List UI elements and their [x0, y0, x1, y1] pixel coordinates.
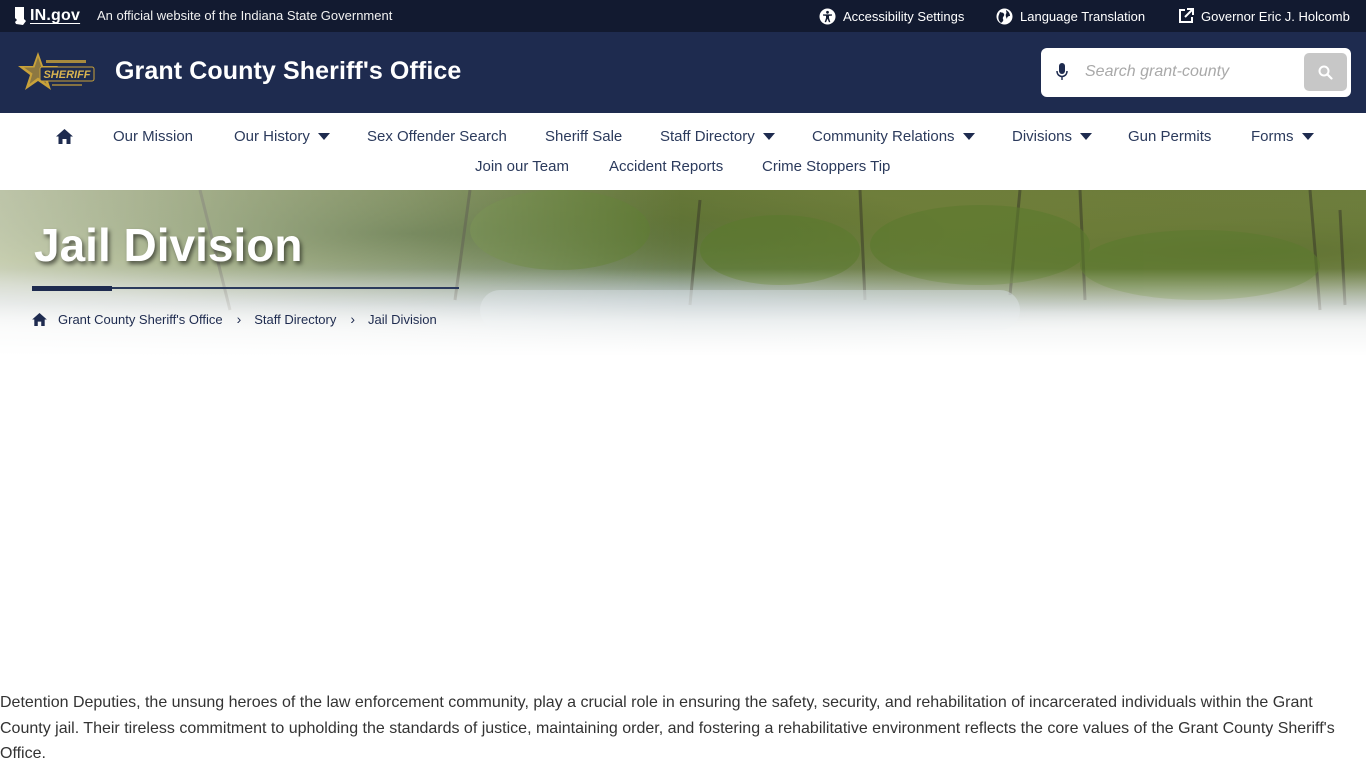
nav-our-mission-label: Our Mission	[113, 127, 194, 145]
search-input[interactable]	[1085, 58, 1295, 86]
hero-fade-overlay	[0, 190, 1366, 365]
home-icon[interactable]	[32, 312, 47, 326]
nav-join-our-team[interactable]: Join our Team	[475, 156, 569, 176]
nav-sheriff-sale[interactable]: Sheriff Sale	[545, 126, 622, 146]
nav-gun-permits-label: Gun Permits	[1128, 127, 1212, 145]
search-icon	[1318, 65, 1333, 80]
accessibility-settings-link[interactable]: Accessibility Settings	[819, 6, 964, 26]
search-button[interactable]	[1304, 53, 1347, 91]
nav-gun-permits[interactable]: Gun Permits	[1128, 126, 1211, 146]
official-site-notice: An official website of the Indiana State…	[97, 8, 393, 23]
breadcrumb: Grant County Sheriff's Office › Staff Di…	[32, 310, 437, 328]
page-hero: Jail Division Grant County Sheriff's Off…	[0, 190, 1366, 365]
main-content: Detention Deputies, the unsung heroes of…	[0, 690, 1366, 767]
home-icon	[56, 128, 73, 144]
site-title[interactable]: Grant County Sheriff's Office	[115, 57, 461, 86]
sheriff-star-logo[interactable]: SHERIFF	[18, 52, 96, 94]
globe-icon	[996, 8, 1013, 24]
breadcrumb-item-staff-directory[interactable]: Staff Directory	[254, 312, 336, 327]
accessibility-settings-label: Accessibility Settings	[843, 8, 965, 24]
title-divider-accent	[32, 286, 112, 291]
nav-sex-offender-search-label: Sex Offender Search	[367, 127, 507, 145]
nav-sheriff-sale-label: Sheriff Sale	[545, 127, 623, 145]
intro-paragraph: Detention Deputies, the unsung heroes of…	[0, 694, 1335, 762]
nav-forms-label: Forms	[1251, 127, 1294, 145]
nav-staff-directory[interactable]: Staff Directory	[660, 126, 775, 146]
microphone-icon[interactable]	[1055, 62, 1069, 82]
nav-divisions[interactable]: Divisions	[1012, 126, 1093, 146]
nav-forms[interactable]: Forms	[1251, 126, 1314, 146]
search-box	[1041, 48, 1351, 97]
breadcrumb-item-home[interactable]: Grant County Sheriff's Office	[58, 312, 223, 327]
svg-text:SHERIFF: SHERIFF	[43, 69, 90, 81]
nav-our-mission[interactable]: Our Mission	[113, 126, 193, 146]
nav-staff-directory-label: Staff Directory	[660, 127, 755, 145]
governor-label: Governor Eric J. Holcomb	[1201, 8, 1350, 24]
nav-accident-reports-label: Accident Reports	[609, 157, 724, 175]
nav-sex-offender-search[interactable]: Sex Offender Search	[367, 126, 507, 146]
language-translation-link[interactable]: Language Translation	[996, 6, 1145, 26]
caret-down-icon[interactable]	[762, 132, 775, 140]
governor-link[interactable]: Governor Eric J. Holcomb	[1178, 6, 1350, 26]
indiana-state-icon	[15, 7, 26, 25]
nav-crime-stoppers-tip[interactable]: Crime Stoppers Tip	[762, 156, 890, 176]
page-title: Jail Division	[34, 219, 303, 271]
in-gov-brand: IN.gov	[30, 7, 81, 24]
main-navigation: Our Mission Our History Sex Offender Sea…	[0, 113, 1366, 190]
chevron-right-icon: ›	[236, 311, 242, 327]
breadcrumb-item-current: Jail Division	[368, 311, 437, 327]
language-translation-label: Language Translation	[1020, 8, 1146, 24]
caret-down-icon[interactable]	[962, 132, 975, 140]
site-header: SHERIFF Grant County Sheriff's Office	[0, 32, 1366, 113]
nav-divisions-label: Divisions	[1012, 127, 1073, 145]
nav-our-history-label: Our History	[234, 127, 310, 145]
caret-down-icon[interactable]	[317, 132, 330, 140]
nav-our-history[interactable]: Our History	[234, 126, 330, 146]
caret-down-icon[interactable]	[1301, 132, 1314, 140]
nav-accident-reports[interactable]: Accident Reports	[609, 156, 723, 176]
nav-join-our-team-label: Join our Team	[475, 157, 569, 175]
chevron-right-icon: ›	[350, 311, 356, 327]
nav-community-relations[interactable]: Community Relations	[812, 126, 975, 146]
external-link-icon	[1179, 8, 1194, 23]
state-gov-bar: IN.gov An official website of the Indian…	[0, 0, 1366, 32]
nav-home[interactable]	[56, 126, 73, 146]
caret-down-icon[interactable]	[1080, 132, 1093, 140]
nav-community-relations-label: Community Relations	[812, 127, 955, 145]
in-gov-link[interactable]: IN.gov	[14, 6, 80, 26]
nav-crime-stoppers-tip-label: Crime Stoppers Tip	[762, 157, 891, 175]
accessibility-icon	[819, 8, 836, 24]
